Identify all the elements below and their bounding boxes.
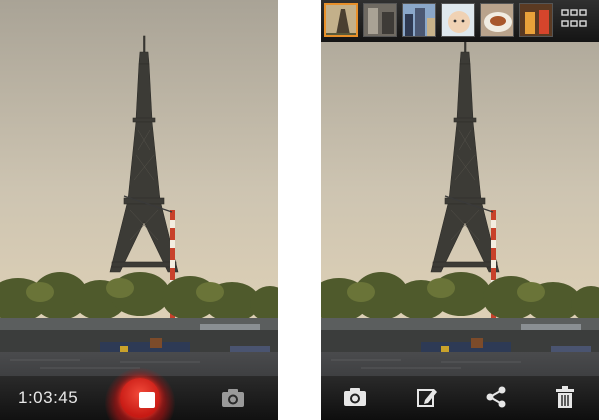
recording-timer: 1:03:45 [18,388,79,407]
thumbnail-baby[interactable] [441,3,475,37]
recording-screen: 1:03:45 [0,0,278,420]
camera-icon[interactable] [343,386,367,408]
share-icon[interactable] [485,386,507,408]
camera-viewfinder [0,0,278,420]
gallery-action-bar [321,376,599,420]
stop-record-icon [120,378,160,418]
thumbnail-food[interactable] [480,3,514,37]
thumbnail-drinks[interactable] [519,3,553,37]
thumbnail-city[interactable] [402,3,436,37]
thumbnail-strip [321,0,599,42]
gallery-photo[interactable] [321,0,599,420]
stop-square [139,392,155,408]
thumbnail-eiffel[interactable] [324,3,358,37]
gallery-screen [321,0,599,420]
edit-icon[interactable] [416,386,438,408]
trash-icon[interactable] [555,386,575,408]
stop-record-button[interactable] [105,368,175,420]
grid-view-icon[interactable] [561,9,587,31]
thumbnail-street[interactable] [363,3,397,37]
camera-control-bar: 1:03:45 [0,368,278,420]
camera-icon[interactable] [221,387,245,409]
